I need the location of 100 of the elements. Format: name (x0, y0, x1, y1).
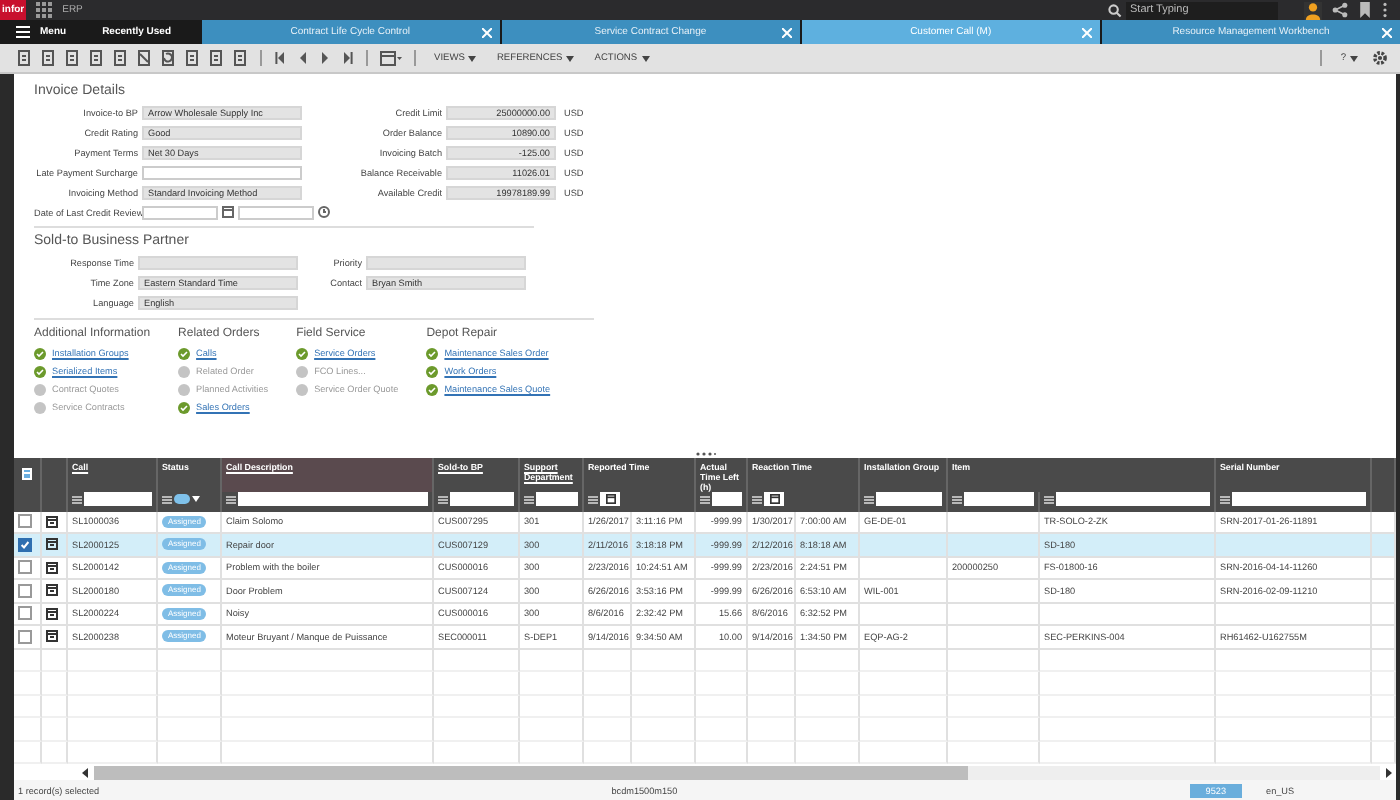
calendar-icon[interactable] (380, 50, 402, 66)
drag-handle-icon[interactable] (695, 452, 715, 457)
settings-icon[interactable] (1372, 50, 1388, 66)
table-cell (68, 672, 158, 696)
filter-field[interactable] (1232, 492, 1366, 507)
close-icon[interactable] (1382, 27, 1393, 37)
filter-field[interactable] (238, 492, 428, 507)
filter-field[interactable] (1056, 492, 1210, 507)
filter-icon[interactable] (438, 495, 448, 504)
filter-icon[interactable] (952, 495, 962, 504)
record-icon[interactable] (46, 584, 58, 597)
table-cell (696, 649, 748, 673)
filter-field[interactable] (536, 492, 578, 507)
filter-icon[interactable] (700, 495, 710, 504)
record-icon[interactable] (46, 607, 58, 620)
table-cell (1372, 534, 1396, 558)
group-cell (860, 534, 948, 558)
filter-icon[interactable] (226, 495, 236, 504)
table-cell (860, 672, 948, 696)
caret-icon (468, 55, 477, 61)
record-icon[interactable] (46, 561, 58, 574)
filter-icon[interactable] (1044, 495, 1054, 504)
first-icon[interactable] (274, 50, 288, 66)
table-cell (860, 649, 948, 673)
table-cell (520, 649, 584, 673)
filter-field[interactable] (450, 492, 514, 507)
table-cell (1372, 557, 1396, 581)
more-icon[interactable] (1382, 2, 1388, 18)
table-cell (434, 718, 520, 742)
row-checkbox[interactable] (18, 583, 32, 598)
table-cell (948, 672, 1040, 696)
user-icon[interactable] (1304, 1, 1322, 19)
table-cell (696, 695, 748, 719)
next-icon[interactable] (318, 50, 332, 66)
calendar-icon[interactable] (222, 206, 234, 218)
filter-icon[interactable] (72, 495, 82, 504)
table-cell (1372, 603, 1396, 627)
input-field[interactable] (138, 255, 298, 269)
calendar-icon (605, 494, 615, 505)
row-checkbox[interactable] (18, 537, 32, 552)
filter-dropdown[interactable] (174, 494, 200, 505)
filter-icon[interactable] (162, 495, 172, 504)
filter-field[interactable] (84, 492, 152, 507)
row-checkbox[interactable] (18, 629, 32, 644)
filter-icon[interactable] (752, 495, 762, 504)
filter-field[interactable] (712, 492, 742, 507)
table-cell (860, 695, 948, 719)
table-cell (796, 649, 860, 673)
calendar-icon (769, 494, 779, 505)
filter-icon[interactable] (864, 495, 874, 504)
table-cell (434, 741, 520, 765)
scrollbar-thumb[interactable] (94, 765, 969, 780)
input-field[interactable] (142, 165, 302, 179)
clock-icon[interactable] (318, 206, 330, 218)
filter-field[interactable] (876, 492, 942, 507)
refresh-icon[interactable] (160, 50, 176, 66)
item-cell (948, 534, 1040, 558)
date-filter[interactable] (764, 492, 784, 507)
scroll-left-icon[interactable] (82, 767, 90, 778)
table-cell (696, 718, 748, 742)
table-cell (1372, 741, 1396, 765)
document-icon[interactable] (112, 50, 128, 66)
table-cell (158, 741, 222, 765)
filter-field[interactable] (964, 492, 1034, 507)
table-cell (748, 695, 796, 719)
table-cell (1372, 649, 1396, 673)
filter-icon[interactable] (588, 495, 598, 504)
table-cell (948, 718, 1040, 742)
row-checkbox[interactable] (18, 514, 32, 529)
select-all-checkbox[interactable] (22, 467, 32, 480)
input-field[interactable] (366, 255, 526, 269)
filter-icon[interactable] (1220, 495, 1230, 504)
record-icon[interactable] (46, 515, 58, 528)
table-cell (68, 718, 158, 742)
table-cell (434, 672, 520, 696)
scroll-right-icon[interactable] (1384, 767, 1392, 778)
record-icon[interactable] (46, 538, 58, 551)
table-cell (42, 741, 68, 765)
record-icon[interactable] (46, 630, 58, 643)
row-checkbox[interactable] (18, 606, 32, 621)
date-field[interactable] (142, 205, 218, 219)
table-cell (14, 718, 42, 742)
apps-grid-icon[interactable] (36, 2, 53, 18)
table-cell (860, 741, 948, 765)
table-cell (1372, 580, 1396, 604)
share-icon[interactable] (1332, 2, 1348, 18)
bookmark-icon[interactable] (1358, 2, 1372, 18)
group-cell (860, 557, 948, 581)
filter-icon[interactable] (524, 495, 534, 504)
date-filter[interactable] (600, 492, 620, 507)
table-cell (796, 718, 860, 742)
previous-icon[interactable] (296, 50, 310, 66)
table-cell (748, 649, 796, 673)
close-icon[interactable] (481, 27, 492, 37)
close-icon[interactable] (781, 27, 792, 37)
time-field[interactable] (238, 205, 314, 219)
table-cell (748, 718, 796, 742)
table-cell (1372, 695, 1396, 719)
last-icon[interactable] (340, 50, 354, 66)
row-checkbox[interactable] (18, 560, 32, 575)
